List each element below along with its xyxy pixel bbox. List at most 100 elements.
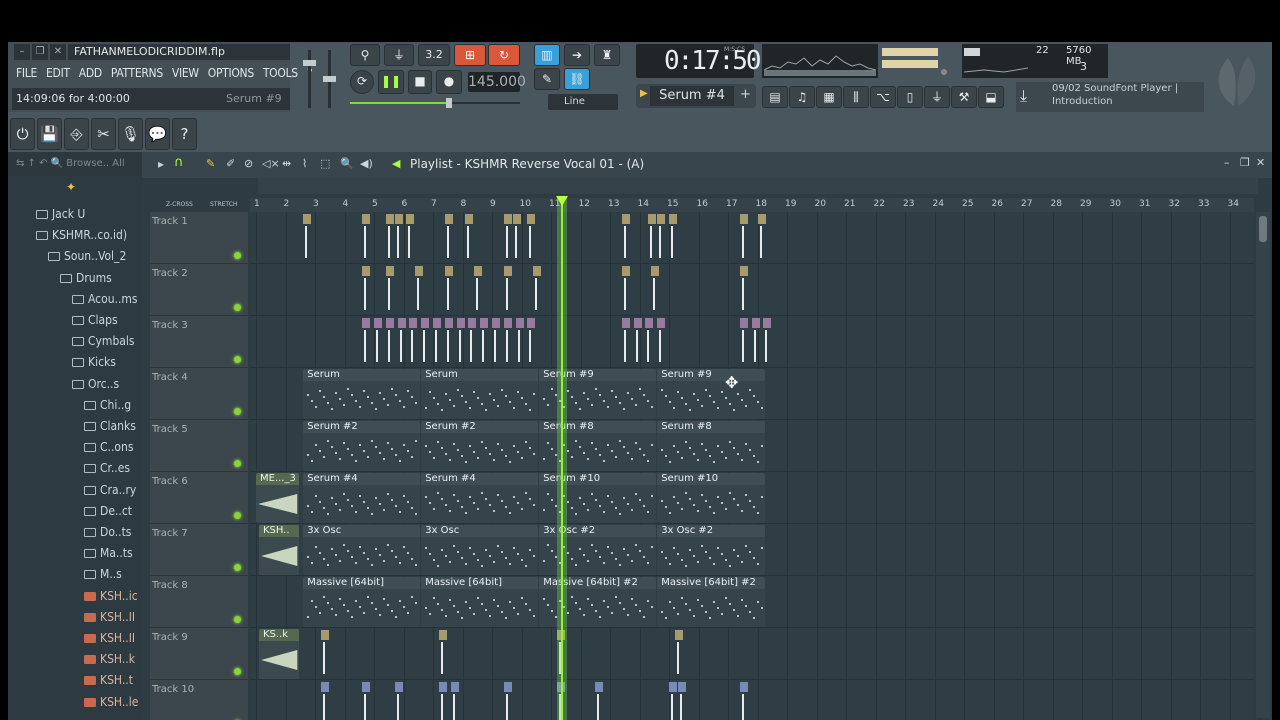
sample-hit[interactable] bbox=[633, 318, 642, 366]
track-header[interactable]: Track 9 bbox=[150, 628, 248, 680]
sample-hit[interactable] bbox=[480, 318, 489, 366]
link-icon[interactable]: ⛓ bbox=[564, 68, 590, 90]
mute-tool-icon[interactable]: ◁× bbox=[262, 157, 280, 170]
browser-folder[interactable]: Cymbals bbox=[72, 331, 135, 351]
track-lane[interactable] bbox=[250, 264, 1254, 316]
comment-icon[interactable]: 💬 bbox=[145, 118, 170, 150]
sample-hit[interactable] bbox=[397, 318, 406, 366]
menu-item-add[interactable]: ADD bbox=[79, 66, 102, 80]
browser-folder[interactable]: Soun..Vol_2 bbox=[48, 246, 126, 266]
browser-folder[interactable]: C..ons bbox=[84, 437, 133, 457]
stop-button[interactable]: ■ bbox=[408, 70, 432, 94]
help-icon[interactable]: ? bbox=[172, 118, 197, 150]
sample-hit[interactable] bbox=[394, 682, 403, 720]
loop-record-icon[interactable]: ↻ bbox=[488, 44, 520, 66]
prev-pattern-icon[interactable]: ◀ bbox=[392, 157, 400, 170]
pattern-clip[interactable]: Serum #8 bbox=[657, 421, 766, 471]
browser-folder[interactable]: Acou..ms bbox=[72, 289, 138, 309]
sample-hit[interactable] bbox=[320, 630, 329, 678]
main-pitch-slider[interactable] bbox=[350, 98, 520, 108]
sample-hit[interactable] bbox=[739, 214, 748, 262]
track-mute-led[interactable] bbox=[234, 616, 241, 623]
sample-hit[interactable] bbox=[657, 214, 666, 262]
pattern-clip[interactable]: 3x Osc bbox=[303, 525, 421, 575]
browser-folder[interactable]: Kicks bbox=[72, 352, 116, 372]
sample-hit[interactable] bbox=[362, 318, 371, 366]
plugin-picker-icon[interactable]: ▯ bbox=[897, 86, 923, 108]
sample-hit[interactable] bbox=[503, 214, 512, 262]
close-button[interactable]: ✕ bbox=[50, 44, 66, 60]
horizontal-scrollbar[interactable] bbox=[258, 178, 1258, 194]
sample-hit[interactable] bbox=[385, 266, 394, 314]
sample-hit[interactable] bbox=[595, 682, 604, 720]
sample-hit[interactable] bbox=[456, 318, 465, 366]
sample-hit[interactable] bbox=[669, 682, 677, 720]
sample-hit[interactable] bbox=[421, 318, 430, 366]
touch-controller-icon[interactable]: ⚒ bbox=[951, 86, 977, 108]
countdown-icon[interactable]: 3.2 bbox=[418, 44, 450, 66]
pattern-clip[interactable]: 3x Osc bbox=[421, 525, 539, 575]
project-info-icon[interactable]: ⬓ bbox=[978, 86, 1004, 108]
news-panel[interactable]: ⤓ 09/02 SoundFont Player | Introduction bbox=[1016, 82, 1204, 112]
metronome-icon[interactable]: ⏚ bbox=[384, 44, 414, 66]
audio-clip[interactable]: KS..k bbox=[258, 629, 300, 679]
sample-hit[interactable] bbox=[739, 682, 748, 720]
sample-hit[interactable] bbox=[645, 318, 654, 366]
sample-hit[interactable] bbox=[433, 318, 441, 366]
playhead-marker[interactable] bbox=[556, 196, 569, 206]
browser-folder[interactable]: Cra..ry bbox=[84, 480, 136, 500]
browser-file[interactable]: KSH..le bbox=[84, 692, 138, 712]
sample-hit[interactable] bbox=[533, 266, 542, 314]
browser-folder[interactable]: Jack U bbox=[36, 204, 85, 224]
sample-hit[interactable] bbox=[757, 214, 766, 262]
master-volume-slider[interactable] bbox=[298, 46, 342, 112]
sample-hit[interactable] bbox=[444, 214, 453, 262]
browser-folder[interactable]: Claps bbox=[72, 310, 118, 330]
sample-hit[interactable] bbox=[492, 318, 500, 366]
track-mute-led[interactable] bbox=[234, 564, 241, 571]
browser-file[interactable]: KSH..II bbox=[84, 628, 135, 648]
select-tool-icon[interactable]: ⬚ bbox=[320, 157, 330, 170]
sample-hit[interactable] bbox=[465, 214, 474, 262]
track-lane[interactable] bbox=[250, 628, 1254, 680]
pattern-clip[interactable]: Massive [64bit] bbox=[421, 577, 539, 627]
sample-hit[interactable] bbox=[385, 214, 394, 262]
track-mute-led[interactable] bbox=[234, 252, 241, 259]
playlist-close-button[interactable]: ✕ bbox=[1256, 156, 1265, 169]
track-header[interactable]: Track 1 bbox=[150, 212, 248, 264]
track-header[interactable]: Track 10 bbox=[150, 680, 248, 720]
slice-tool-icon[interactable]: ⌇ bbox=[302, 157, 307, 170]
sample-hit[interactable] bbox=[651, 266, 660, 314]
paint-tool-icon[interactable]: ✐ bbox=[226, 157, 235, 170]
track-mute-led[interactable] bbox=[234, 304, 241, 311]
maximize-button[interactable]: ❐ bbox=[32, 44, 48, 60]
timeline-ruler[interactable]: 1 2 3 4 5 6 7 8 9 10 11 12 13 14 15 16 17 18 19 20 21 22 23 24 2… bbox=[250, 198, 1254, 212]
track-header[interactable]: Track 8 bbox=[150, 576, 248, 628]
track-header[interactable]: Track 2 bbox=[150, 264, 248, 316]
sample-hit[interactable] bbox=[512, 214, 521, 262]
menu-item-patterns[interactable]: PATTERNS bbox=[111, 66, 163, 80]
delete-tool-icon[interactable]: ⊘ bbox=[244, 157, 253, 170]
sample-hit[interactable] bbox=[739, 266, 748, 314]
channel-rack-icon[interactable]: ▦ bbox=[816, 86, 842, 108]
sample-hit[interactable] bbox=[468, 318, 477, 366]
sample-hit[interactable] bbox=[374, 318, 382, 366]
sample-hit[interactable] bbox=[303, 214, 312, 262]
sample-hit[interactable] bbox=[362, 266, 371, 314]
slip-tool-icon[interactable]: ⇹ bbox=[282, 157, 291, 170]
browser-folder[interactable]: Cr..es bbox=[84, 458, 130, 478]
sample-hit[interactable] bbox=[669, 214, 677, 262]
microphone-icon[interactable]: 🎙 bbox=[118, 118, 143, 150]
record-mode-icon[interactable]: ⊞ bbox=[454, 44, 486, 66]
browser-file[interactable]: KSH..II bbox=[84, 607, 135, 627]
sample-hit[interactable] bbox=[444, 318, 453, 366]
undo-icon[interactable]: ⏻ bbox=[10, 118, 35, 150]
browser-file[interactable]: KSH..k bbox=[84, 649, 135, 669]
song-time-display[interactable]: 0:17:50 M:S:CS bbox=[636, 44, 762, 78]
pattern-song-icon[interactable]: ⚲ bbox=[350, 44, 380, 66]
sample-hit[interactable] bbox=[648, 214, 657, 262]
sample-hit[interactable] bbox=[657, 318, 666, 366]
playlist-minimize-button[interactable]: – bbox=[1224, 156, 1230, 169]
track-header[interactable]: Track 5 bbox=[150, 420, 248, 472]
playlist-maximize-button[interactable]: ❐ bbox=[1240, 156, 1250, 169]
